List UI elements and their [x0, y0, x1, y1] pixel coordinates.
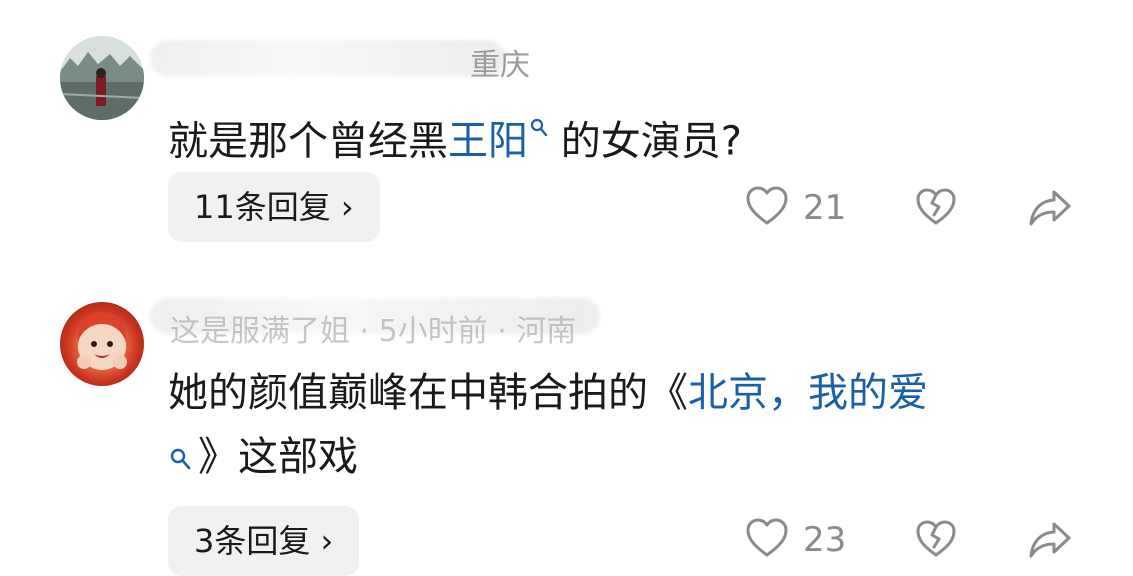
view-replies-button[interactable]: 3条回复 › [168, 506, 360, 576]
dislike-button[interactable] [915, 188, 957, 230]
like-count: 21 [803, 188, 847, 228]
user-avatar[interactable] [60, 36, 144, 120]
user-avatar[interactable] [60, 302, 144, 386]
keyword-link[interactable]: 王阳 [448, 118, 548, 164]
dislike-button[interactable] [915, 520, 957, 562]
broken-heart-icon [915, 188, 957, 230]
comment-text-line2-suffix: 》这部戏 [198, 434, 358, 480]
comment-text: 就是那个曾经黑王阳 的女演员? [168, 96, 742, 172]
comment-meta: 这是服满了姐 · 5小时前 · 河南 [170, 314, 577, 349]
search-magnifier-icon [530, 96, 548, 158]
share-button[interactable] [1028, 188, 1072, 232]
keyword-link[interactable]: 北京，我的爱 [688, 370, 928, 416]
like-count: 23 [803, 520, 847, 560]
comment-text-line2: 》这部戏 [168, 426, 358, 490]
comment-1: 重庆 就是那个曾经黑王阳 的女演员? 11条回复 › 21 [0, 0, 1133, 270]
comment-meta: 重庆 [470, 48, 530, 83]
broken-heart-icon [915, 520, 957, 562]
comment-text-line1-prefix: 她的颜值巅峰在中韩合拍的《 [168, 370, 688, 416]
search-magnifier-icon[interactable] [170, 428, 192, 490]
comment-text-suffix: 的女演员? [560, 118, 742, 165]
comment-text-prefix: 就是那个曾经黑 [168, 118, 448, 165]
share-arrow-icon [1028, 520, 1072, 564]
heart-icon [745, 186, 789, 230]
like-button[interactable]: 23 [745, 518, 846, 562]
comment-2: 这是服满了姐 · 5小时前 · 河南 她的颜值巅峰在中韩合拍的《北京，我的爱 》… [0, 270, 1133, 576]
comment-text: 她的颜值巅峰在中韩合拍的《北京，我的爱 [168, 362, 928, 424]
username-mask [150, 40, 505, 76]
view-replies-button[interactable]: 11条回复 › [168, 172, 380, 242]
share-button[interactable] [1028, 520, 1072, 564]
like-button[interactable]: 21 [745, 186, 846, 230]
heart-icon [745, 518, 789, 562]
share-arrow-icon [1028, 188, 1072, 232]
